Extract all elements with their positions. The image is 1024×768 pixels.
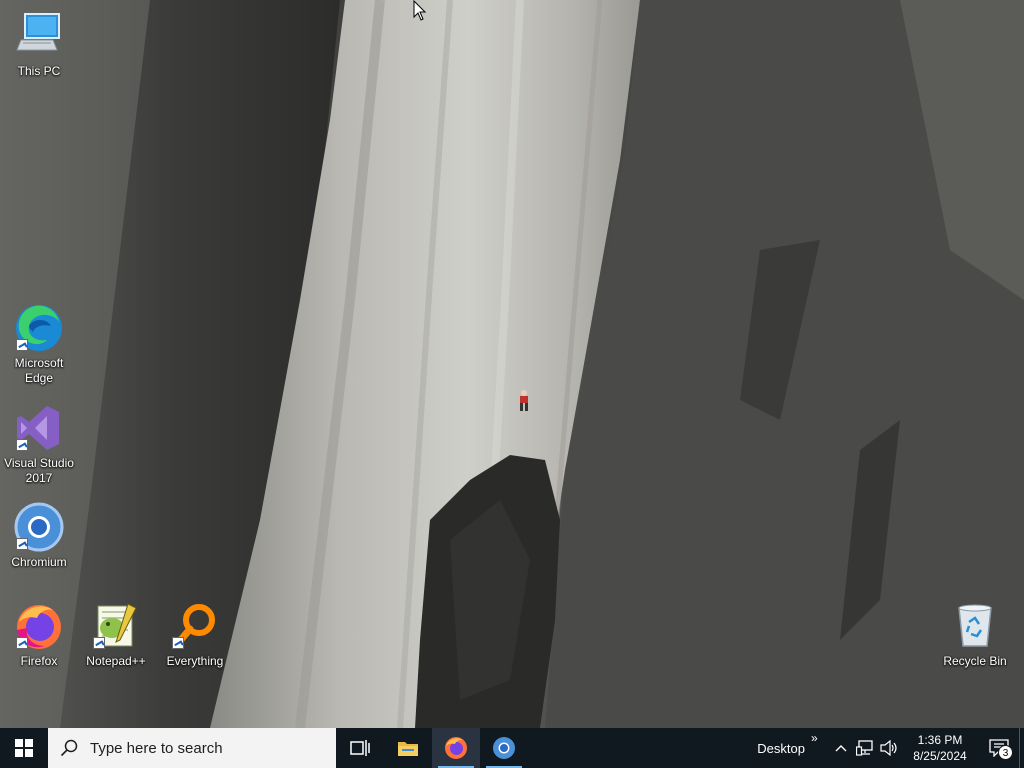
desktop-icon-chromium[interactable]: Chromium: [1, 501, 77, 570]
visual-studio-icon: [13, 402, 65, 454]
taskbar-clock[interactable]: 1:36 PM 8/25/2024: [901, 728, 979, 768]
task-view-button[interactable]: [336, 728, 384, 768]
recycle-bin-icon: [949, 600, 1001, 652]
shortcut-arrow-icon: [16, 637, 28, 649]
desktop-icon-label: Firefox: [20, 654, 58, 668]
desktop-icon-visual-studio[interactable]: Visual Studio 2017: [1, 402, 77, 486]
volume-button[interactable]: [877, 728, 901, 768]
firefox-icon: [445, 737, 467, 759]
this-pc-icon: [13, 10, 65, 62]
notepadpp-icon: [90, 600, 142, 652]
task-view-icon: [350, 740, 370, 756]
system-tray: [829, 728, 901, 768]
desktop-icon-firefox[interactable]: Firefox: [1, 600, 77, 669]
everything-icon: [169, 600, 221, 652]
desktop-icon-label: Recycle Bin: [943, 654, 1007, 668]
desktop-icon-label: This PC: [17, 64, 61, 78]
desktop-icon-label: Everything: [166, 654, 224, 668]
desktop-icon-notepadpp[interactable]: Notepad++: [78, 600, 154, 669]
edge-icon: [13, 302, 65, 354]
mouse-cursor-icon: [413, 0, 427, 27]
clock-time: 1:36 PM: [917, 733, 963, 747]
desktop-icon-everything[interactable]: Everything: [157, 600, 233, 669]
network-button[interactable]: [853, 728, 877, 768]
windows-logo-icon: [15, 739, 33, 757]
shortcut-arrow-icon: [16, 439, 28, 451]
taskbar-file-explorer[interactable]: [384, 728, 432, 768]
notification-count-badge: 3: [998, 745, 1013, 760]
taskbar: Type here to search Desktop » 1:36 PM 8/…: [0, 728, 1024, 768]
chevron-up-icon: [835, 745, 847, 752]
chromium-icon: [493, 737, 515, 759]
taskbar-search-box[interactable]: Type here to search: [48, 728, 336, 768]
desktop-icon-label: Chromium: [11, 555, 67, 569]
file-explorer-icon: [398, 742, 418, 756]
show-desktop-button[interactable]: [1019, 728, 1024, 768]
search-placeholder: Type here to search: [90, 739, 223, 757]
desktop-toolbar-label: Desktop: [757, 740, 805, 756]
taskbar-chromium[interactable]: [480, 728, 528, 768]
action-center-button[interactable]: 3: [979, 728, 1019, 768]
shortcut-arrow-icon: [93, 637, 105, 649]
desktop-icon-label: Microsoft Edge: [14, 356, 64, 385]
search-icon: [60, 739, 78, 757]
shortcut-arrow-icon: [16, 339, 28, 351]
desktop-icon-label: Notepad++: [86, 654, 146, 668]
desktop-icon-edge[interactable]: Microsoft Edge: [1, 302, 77, 386]
taskbar-spacer: [528, 728, 747, 768]
desktop-icon-this-pc[interactable]: This PC: [1, 10, 77, 79]
taskbar-firefox[interactable]: [432, 728, 480, 768]
volume-icon: [880, 740, 897, 756]
shortcut-arrow-icon: [172, 637, 184, 649]
chromium-icon: [13, 501, 65, 553]
double-chevron-icon: »: [811, 731, 818, 745]
clock-date: 8/25/2024: [913, 749, 967, 763]
firefox-icon: [13, 600, 65, 652]
show-hidden-icons-button[interactable]: [829, 728, 853, 768]
desktop-toolbar[interactable]: Desktop: [747, 728, 811, 768]
desktop-toolbar-chevron[interactable]: »: [811, 728, 829, 768]
network-icon: [856, 740, 873, 756]
desktop-icon-recycle-bin[interactable]: Recycle Bin: [937, 600, 1013, 669]
shortcut-arrow-icon: [16, 538, 28, 550]
desktop-icon-label: Visual Studio 2017: [4, 456, 74, 485]
start-button[interactable]: [0, 728, 48, 768]
